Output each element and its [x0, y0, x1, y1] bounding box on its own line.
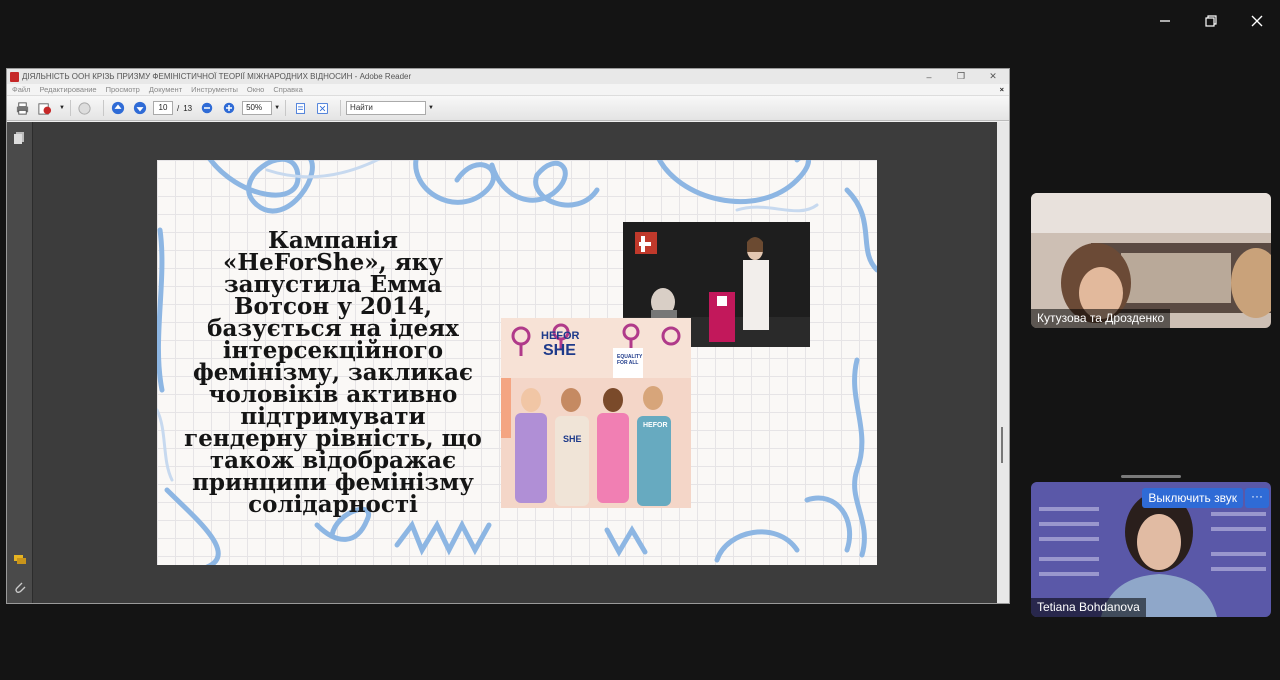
poster-she-label: SHE	[543, 342, 576, 359]
document-scrollbar[interactable]	[997, 122, 1009, 603]
toolbar-divider	[285, 100, 287, 116]
next-page-icon[interactable]	[131, 99, 149, 117]
menu-window[interactable]: Окно	[247, 85, 264, 94]
print-icon[interactable]	[13, 99, 31, 117]
toolbar-divider	[69, 100, 71, 116]
share-icon[interactable]	[35, 99, 53, 117]
minimize-icon[interactable]	[1152, 8, 1178, 34]
slide-page: Кампанія «HeForShe», яку запустила Емма …	[157, 160, 877, 565]
menu-view[interactable]: Просмотр	[106, 85, 140, 94]
menu-tools[interactable]: Инструменты	[191, 85, 238, 94]
menu-help[interactable]: Справка	[273, 85, 302, 94]
scroll-thumb[interactable]	[1001, 427, 1003, 463]
reader-menubar: Файл Редактирование Просмотр Документ Ин…	[7, 84, 1009, 96]
document-workspace: Кампанія «HeForShe», яку запустила Емма …	[7, 122, 1009, 603]
menu-file[interactable]: Файл	[12, 85, 30, 94]
page-separator: /	[176, 103, 180, 113]
hand-tool-icon[interactable]	[76, 99, 94, 117]
poster-shirt-hefor-label: HEFOR	[643, 422, 668, 429]
doc-close-icon[interactable]: ×	[1000, 85, 1004, 94]
adobe-reader-window: ДІЯЛЬНІСТЬ ООН КРІЗЬ ПРИЗМУ ФЕМІНІСТИЧНО…	[6, 68, 1010, 604]
meeting-stage: ДІЯЛЬНІСТЬ ООН КРІЗЬ ПРИЗМУ ФЕМІНІСТИЧНО…	[0, 0, 1280, 680]
pages-panel-icon[interactable]	[13, 130, 27, 144]
previous-page-icon[interactable]	[109, 99, 127, 117]
zoom-in-icon[interactable]	[220, 99, 238, 117]
participant-video	[1031, 193, 1271, 328]
participant-tile[interactable]: Выключить звук ··· Tetiana Bohdanova	[1031, 482, 1271, 617]
participant-name: Кутузова та Дрозденко	[1031, 309, 1171, 328]
pdf-icon	[10, 71, 19, 82]
comments-panel-icon[interactable]	[13, 552, 27, 566]
zoom-out-icon[interactable]	[198, 99, 216, 117]
reader-minimize-icon[interactable]: –	[913, 72, 945, 82]
zoom-select[interactable]: 50%	[242, 101, 273, 115]
menu-edit[interactable]: Редактирование	[39, 85, 96, 94]
mute-button[interactable]: Выключить звук	[1142, 488, 1243, 508]
poster-equality-label: EQUALITY FOR ALL	[617, 354, 643, 366]
heforshe-poster-image	[501, 318, 691, 508]
participant-tile[interactable]: Кутузова та Дрозденко	[1031, 193, 1271, 328]
fit-page-icon[interactable]	[291, 99, 309, 117]
participant-name: Tetiana Bohdanova	[1031, 598, 1146, 617]
attachments-panel-icon[interactable]	[13, 580, 27, 594]
tile-drag-handle[interactable]	[1121, 475, 1181, 478]
menu-document[interactable]: Документ	[149, 85, 182, 94]
reader-titlebar: ДІЯЛЬНІСТЬ ООН КРІЗЬ ПРИЗМУ ФЕМІНІСТИЧНО…	[7, 69, 1009, 84]
close-icon[interactable]	[1244, 8, 1270, 34]
toolbar-divider	[102, 100, 104, 116]
navigation-pane	[7, 122, 33, 603]
share-dropdown-icon[interactable]: ▼	[59, 105, 65, 111]
slide-body-text: Кампанія «HeForShe», яку запустила Емма …	[184, 227, 482, 518]
zoom-dropdown-icon[interactable]: ▼	[274, 105, 280, 111]
restore-icon[interactable]	[1198, 8, 1224, 34]
full-screen-icon[interactable]	[313, 99, 331, 117]
reader-close-icon[interactable]: ✕	[977, 71, 1009, 82]
toolbar-divider	[340, 100, 342, 116]
reader-toolbar: ▼ 10 / 13 50% ▼ Найти ▼	[7, 96, 1009, 121]
find-dropdown-icon[interactable]: ▼	[428, 105, 434, 111]
page-number-input[interactable]: 10	[152, 101, 173, 115]
reader-title: ДІЯЛЬНІСТЬ ООН КРІЗЬ ПРИЗМУ ФЕМІНІСТИЧНО…	[22, 72, 412, 81]
poster-shirt-she-label: SHE	[563, 434, 582, 444]
reader-restore-icon[interactable]: ❐	[945, 71, 977, 82]
heforshe-poster: HEFOR SHE EQUALITY FOR ALL SHE HEFOR	[501, 318, 691, 508]
page-total: 13	[183, 103, 193, 113]
poster-hefor-label: HEFOR	[541, 330, 580, 342]
find-input[interactable]: Найти	[346, 101, 427, 115]
more-options-button[interactable]: ···	[1245, 488, 1269, 508]
